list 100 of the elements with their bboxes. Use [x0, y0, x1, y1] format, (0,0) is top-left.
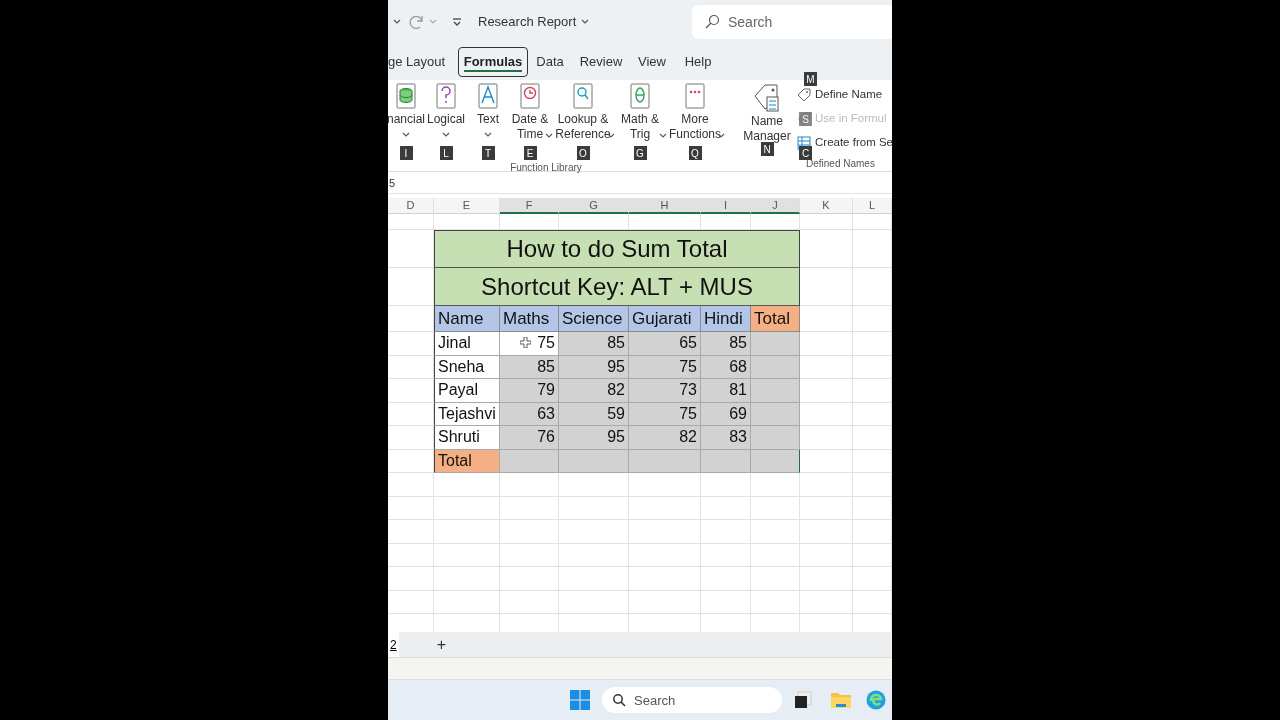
empty-cell [559, 567, 629, 591]
score-cell: 85 [559, 332, 629, 356]
empty-cell [559, 473, 629, 497]
sheet-tab[interactable]: 2 [388, 632, 399, 657]
function-button[interactable]: More Functions [669, 82, 721, 142]
cursor-icon [520, 337, 531, 348]
ribbon-button[interactable]: Define Name [815, 86, 883, 104]
column-header[interactable]: L [853, 198, 892, 214]
document-title[interactable]: Research Report [478, 12, 591, 32]
empty-cell [853, 379, 892, 403]
name-cell: Payal [434, 379, 500, 403]
empty-cell [853, 426, 892, 450]
empty-cell [701, 473, 751, 497]
ribbon-tab[interactable]: View [630, 47, 674, 77]
score-cell: 81 [701, 379, 751, 403]
keytip: G [633, 146, 647, 160]
function-button[interactable]: Lookup & Reference [555, 82, 611, 142]
empty-cell [751, 496, 800, 520]
empty-cell [388, 590, 434, 614]
score-cell: 76 [500, 426, 559, 450]
empty-cell [853, 449, 892, 473]
group-label: Defined Names [805, 157, 876, 171]
empty-cell [559, 543, 629, 567]
tag-icon [796, 87, 812, 103]
empty-cell [800, 567, 853, 591]
keytip: T [481, 146, 495, 160]
empty-cell [853, 230, 892, 268]
sum-cell [701, 449, 751, 473]
header-cell: Total [751, 306, 800, 332]
header-cell: Name [434, 306, 500, 332]
total-cell [751, 355, 800, 379]
empty-cell [388, 567, 434, 591]
function-button[interactable]: Date & Time [511, 82, 549, 142]
empty-cell [751, 543, 800, 567]
empty-cell [434, 520, 500, 544]
function-button[interactable]: Text [476, 82, 500, 138]
empty-cell [701, 590, 751, 614]
total-cell [751, 332, 800, 356]
caret-icon [659, 131, 667, 139]
empty-cell [853, 543, 892, 567]
column-header[interactable]: H [629, 198, 701, 214]
keytip: Q [688, 146, 702, 160]
empty-cell [853, 496, 892, 520]
total-label-cell: Total [434, 449, 500, 473]
empty-cell [853, 473, 892, 497]
formula-text: 5 [389, 176, 396, 192]
keytip: S [799, 112, 812, 126]
score-cell: 83 [701, 426, 751, 450]
function-button[interactable]: nancial [388, 82, 425, 138]
empty-cell [434, 567, 500, 591]
sum-cell [559, 449, 629, 473]
column-header[interactable]: I [701, 198, 751, 214]
sum-cell [629, 449, 701, 473]
keytip: M [804, 72, 817, 86]
total-cell [751, 402, 800, 426]
name-cell: Jinal [434, 332, 500, 356]
sum-cell [751, 449, 800, 473]
score-cell: 79 [500, 379, 559, 403]
ribbon-tab[interactable]: Help [674, 47, 722, 77]
group-label: Function Library [509, 161, 583, 175]
score-cell: 75 [629, 355, 701, 379]
empty-cell [559, 496, 629, 520]
column-header[interactable]: D [388, 198, 434, 214]
empty-cell [701, 496, 751, 520]
caret-icon [484, 130, 492, 138]
taskbar-search-field[interactable]: Search [602, 687, 782, 713]
empty-cell [853, 268, 892, 306]
score-cell: 85 [701, 332, 751, 356]
ribbon-tab[interactable]: ge Layout [388, 47, 448, 77]
function-button[interactable]: Logical [427, 82, 465, 138]
name-manager-button[interactable]: Name Manager [743, 82, 791, 144]
column-header[interactable]: J [751, 198, 800, 214]
windows-icon [570, 690, 590, 710]
header-cell: Gujarati [629, 306, 701, 332]
column-header[interactable]: G [559, 198, 629, 214]
empty-cell [800, 590, 853, 614]
keytip: O [576, 146, 590, 160]
empty-cell [853, 520, 892, 544]
customize-icon [452, 17, 462, 27]
empty-cell [800, 520, 853, 544]
empty-cell [500, 473, 559, 497]
empty-cell [388, 214, 434, 230]
ribbon-tab[interactable]: Formulas [458, 47, 528, 77]
function-button[interactable]: Math & Trig [621, 82, 659, 142]
total-cell [751, 426, 800, 450]
empty-cell [853, 214, 892, 230]
ribbon-tab[interactable]: Review [572, 47, 630, 77]
score-cell: 82 [629, 426, 701, 450]
search-field[interactable]: Search [692, 5, 892, 39]
column-header[interactable]: K [800, 198, 853, 214]
score-cell: 59 [559, 402, 629, 426]
empty-cell [701, 520, 751, 544]
score-cell: 82 [559, 379, 629, 403]
empty-cell [629, 496, 701, 520]
column-header[interactable]: F [500, 198, 559, 214]
add-sheet-button[interactable]: + [436, 632, 447, 657]
ribbon-button[interactable]: Create from Se [815, 134, 892, 152]
name-cell: Sneha [434, 355, 500, 379]
empty-cell [500, 590, 559, 614]
ribbon-tab[interactable]: Data [528, 47, 572, 77]
